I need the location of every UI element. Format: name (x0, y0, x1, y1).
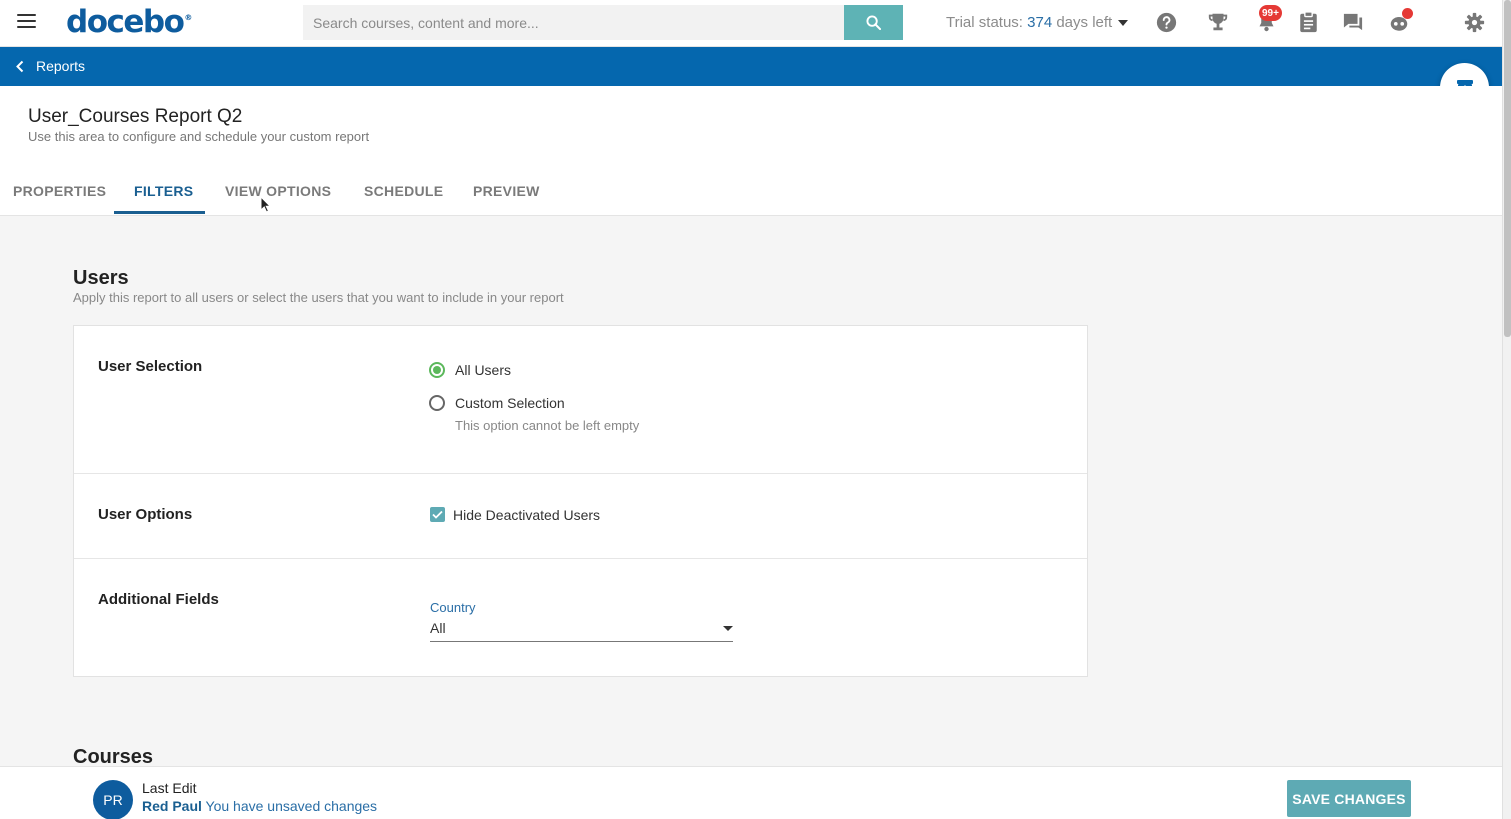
tab-filters[interactable]: FILTERS (134, 183, 193, 199)
page-scrollbar[interactable] (1502, 0, 1511, 819)
custom-selection-radio[interactable] (429, 395, 445, 411)
last-edit-label: Last Edit (142, 780, 197, 796)
custom-selection-label[interactable]: Custom Selection (455, 395, 565, 411)
back-to-reports-link[interactable]: Reports (15, 58, 85, 74)
unsaved-status: You have unsaved changes (205, 798, 378, 814)
gear-icon[interactable] (1462, 10, 1486, 34)
menu-icon[interactable] (17, 14, 36, 30)
user-options-label: User Options (98, 506, 193, 523)
last-edit-info: Red Paul You have unsaved changes (142, 798, 377, 814)
additional-fields-row: Additional Fields Country All (74, 559, 1087, 677)
tab-properties[interactable]: PROPERTIES (13, 183, 106, 199)
trial-suffix: days left (1056, 14, 1113, 31)
footer-bar: PR Last Edit Red Paul You have unsaved c… (0, 766, 1502, 819)
logo-text: docebo (66, 4, 185, 40)
user-options-row: User Options Hide Deactivated Users (74, 474, 1087, 559)
users-section-title: Users (73, 267, 129, 289)
docebo-logo[interactable]: docebo® (66, 4, 192, 40)
checkmark-icon (432, 510, 443, 519)
clipboard-icon[interactable] (1296, 10, 1320, 34)
country-field-label: Country (430, 600, 476, 615)
save-changes-button[interactable]: SAVE CHANGES (1287, 780, 1411, 817)
all-users-radio[interactable] (429, 362, 445, 378)
trophy-icon[interactable] (1206, 10, 1230, 34)
bot-notification-dot (1402, 8, 1413, 19)
user-selection-label: User Selection (98, 358, 203, 375)
trial-days: 374 (1027, 14, 1053, 31)
back-label: Reports (36, 58, 86, 74)
custom-selection-hint: This option cannot be left empty (455, 418, 640, 433)
editor-name[interactable]: Red Paul (142, 798, 202, 814)
additional-fields-label: Additional Fields (98, 591, 219, 608)
user-selection-row: User Selection All Users Custom Selectio… (74, 326, 1087, 474)
scrollbar-thumb[interactable] (1504, 0, 1511, 337)
breadcrumb-bar: Reports (0, 47, 1502, 86)
avatar: PR (93, 780, 133, 819)
caret-down-icon (723, 626, 733, 631)
chevron-left-icon (16, 60, 24, 72)
mouse-cursor-icon (260, 196, 271, 213)
report-header: User_Courses Report Q2 Use this area to … (0, 86, 1502, 216)
search-button[interactable] (844, 5, 903, 40)
search-input[interactable] (303, 5, 844, 40)
caret-down-icon (1118, 20, 1129, 27)
search-icon (866, 15, 881, 30)
all-users-label[interactable]: All Users (455, 362, 511, 378)
page-title: User_Courses Report Q2 (28, 106, 243, 127)
notification-badge: 99+ (1259, 5, 1282, 21)
trial-prefix: Trial status: (946, 14, 1023, 31)
hide-deactivated-checkbox[interactable] (430, 507, 445, 522)
tab-preview[interactable]: PREVIEW (473, 183, 540, 199)
country-select[interactable]: All (430, 618, 733, 642)
users-section-subtitle: Apply this report to all users or select… (73, 290, 564, 305)
page-subtitle: Use this area to configure and schedule … (28, 129, 370, 144)
active-tab-indicator (114, 211, 205, 214)
users-filter-card: User Selection All Users Custom Selectio… (73, 325, 1088, 677)
tab-schedule[interactable]: SCHEDULE (364, 183, 443, 199)
tab-view-options[interactable]: VIEW OPTIONS (225, 183, 331, 199)
hide-deactivated-label[interactable]: Hide Deactivated Users (453, 507, 600, 523)
chat-icon[interactable] (1341, 10, 1365, 34)
help-icon[interactable] (1154, 10, 1178, 34)
trial-status-dropdown[interactable]: Trial status: 374 days left (946, 14, 1129, 31)
top-header: docebo® Trial status: 374 days left 99+ (0, 0, 1502, 47)
country-select-value: All (430, 620, 446, 636)
